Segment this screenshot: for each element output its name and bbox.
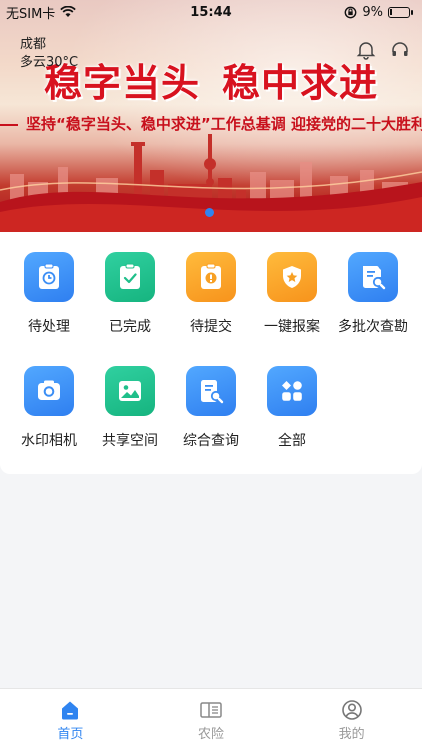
grid-item-label: 一键报案 <box>264 319 320 335</box>
orientation-lock-icon <box>344 6 357 18</box>
camera-icon <box>38 380 60 400</box>
battery-icon <box>388 6 413 18</box>
promo-banner[interactable]: 稳字当头 稳中求进 坚持“稳字当头、稳中求进”工作总基调 迎接党的二十大胜利召 <box>0 0 422 232</box>
subline-dash <box>0 123 18 126</box>
carousel-indicator[interactable] <box>205 208 214 217</box>
weather-city: 成都 <box>20 37 47 52</box>
status-right: 9% <box>344 4 413 20</box>
top-actions <box>356 40 410 60</box>
red-wave-decoration <box>0 171 422 232</box>
grid-item-label: 待提交 <box>190 319 232 335</box>
document-search-icon <box>201 380 224 404</box>
tab-label: 我的 <box>338 727 365 742</box>
home-icon <box>62 701 79 720</box>
tab-label: 农险 <box>198 727 225 742</box>
banner-headline: 稳字当头 稳中求进 <box>44 52 422 107</box>
banner-subline: 坚持“稳字当头、稳中求进”工作总基调 迎接党的二十大胜利召 <box>0 113 422 134</box>
grid-item-icon-bg <box>267 252 317 302</box>
grid-item-label: 待处理 <box>28 319 70 335</box>
feature-grid-card: 待处理 已完成 待提交 一键报案 多批次查勘 水印相机 共享空间 综合查询 全部 <box>0 232 422 474</box>
tab-agri-insurance[interactable]: 农险 <box>141 689 282 750</box>
weather-condition: 多云30°C <box>20 55 79 70</box>
grid-item-multi-batch-survey[interactable]: 多批次查勘 <box>333 252 413 336</box>
carrier-label: 无SIM卡 <box>6 6 56 22</box>
grid-item-icon-bg <box>105 252 155 302</box>
status-bar: 15:44 无SIM卡 9% <box>0 0 422 24</box>
grid-item-to-submit[interactable]: 待提交 <box>171 252 251 336</box>
banner-headline-right: 稳中求进 <box>222 60 379 105</box>
grid-item-pending[interactable]: 待处理 <box>9 252 89 336</box>
wifi-icon <box>60 6 77 17</box>
grid-item-report-case[interactable]: 一键报案 <box>252 252 332 336</box>
grid-item-icon-bg <box>24 252 74 302</box>
grid-item-icon-bg <box>267 366 317 416</box>
document-search-icon <box>363 266 386 290</box>
weather-widget: 成都 多云30°C <box>20 36 78 72</box>
grid-item-label: 共享空间 <box>102 433 158 449</box>
battery-percent: 9% <box>362 4 383 20</box>
grid-item-label: 多批次查勘 <box>338 319 408 335</box>
headset-icon[interactable] <box>390 40 410 60</box>
bell-icon[interactable] <box>356 40 376 60</box>
user-circle-icon <box>341 700 362 720</box>
grid-item-shared-space[interactable]: 共享空间 <box>90 366 170 450</box>
book-icon <box>200 702 222 718</box>
grid-item-icon-bg <box>105 366 155 416</box>
image-icon <box>119 381 141 401</box>
grid-item-completed[interactable]: 已完成 <box>90 252 170 336</box>
grid-item-icon-bg <box>24 366 74 416</box>
grid-item-icon-bg <box>186 252 236 302</box>
apps-grid-icon <box>282 381 302 401</box>
tab-home[interactable]: 首页 <box>0 689 141 750</box>
tab-label: 首页 <box>57 727 84 742</box>
grid-item-label: 已完成 <box>109 319 151 335</box>
clipboard-alert-icon <box>201 263 221 289</box>
grid-item-label: 水印相机 <box>21 433 77 449</box>
grid-item-comprehensive-query[interactable]: 综合查询 <box>171 366 251 450</box>
status-left: 无SIM卡 <box>6 3 77 22</box>
grid-item-all[interactable]: 全部 <box>252 366 332 450</box>
battery-fill <box>390 8 392 15</box>
grid-item-icon-bg <box>186 366 236 416</box>
clipboard-clock-icon <box>39 263 59 289</box>
bottom-tab-bar: 首页 农险 我的 <box>0 688 422 750</box>
grid-item-label: 综合查询 <box>183 433 239 449</box>
shield-star-icon <box>283 266 301 288</box>
grid-item-icon-bg <box>348 252 398 302</box>
grid-item-watermark-camera[interactable]: 水印相机 <box>9 366 89 450</box>
banner-subline-text: 坚持“稳字当头、稳中求进”工作总基调 迎接党的二十大胜利召 <box>26 115 422 133</box>
grid-item-label: 全部 <box>278 433 306 449</box>
clipboard-check-icon <box>120 263 140 289</box>
tab-profile[interactable]: 我的 <box>281 689 422 750</box>
